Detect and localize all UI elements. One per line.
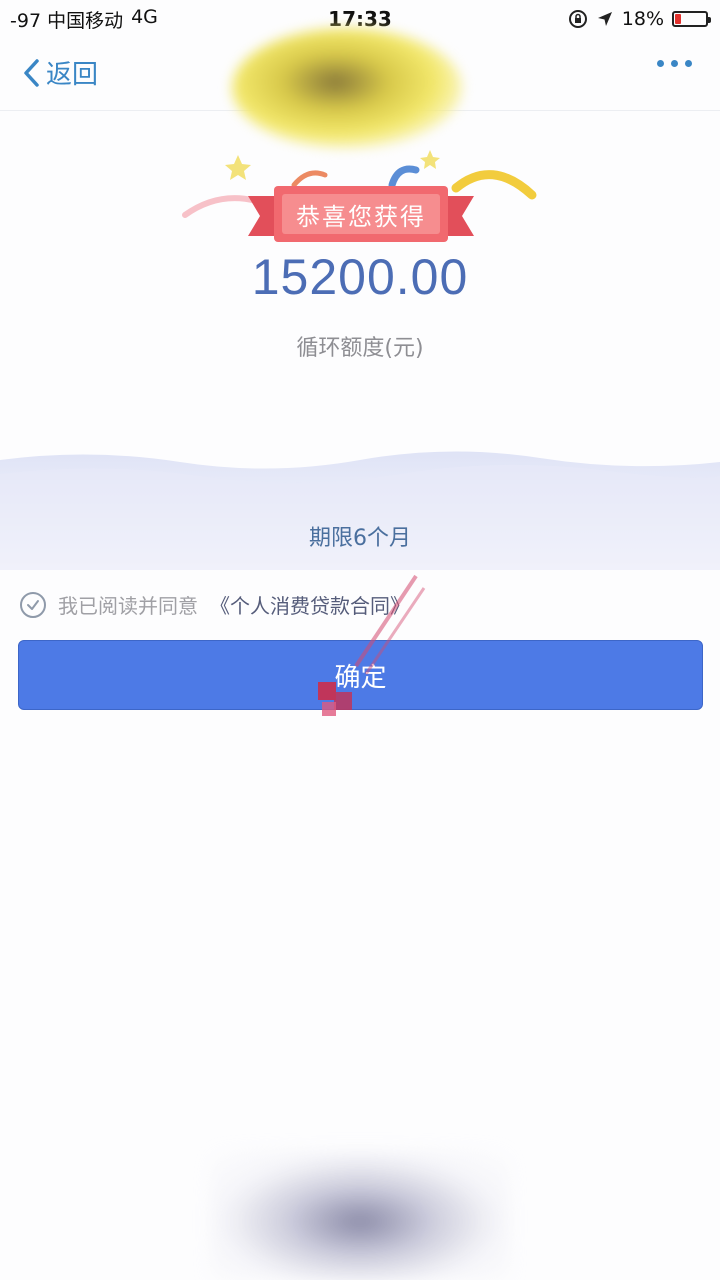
congrats-ribbon: 恭喜您获得: [248, 186, 474, 242]
blurred-avatar: [232, 28, 462, 148]
back-button[interactable]: 返回: [22, 54, 98, 91]
checkmark-icon: [27, 599, 39, 610]
more-dots-icon: [657, 60, 664, 67]
loan-term: 期限6个月: [309, 526, 411, 551]
credit-amount-label: 循环额度(元): [296, 336, 424, 361]
agreement-row: 我已阅读并同意 《个人消费贷款合同》: [20, 590, 410, 619]
agree-text: 我已阅读并同意: [58, 594, 198, 618]
contract-link[interactable]: 《个人消费贷款合同》: [210, 590, 410, 619]
credit-amount: 15200.00: [251, 249, 469, 305]
more-button[interactable]: [657, 60, 692, 67]
back-label: 返回: [46, 60, 99, 90]
battery-icon: [672, 11, 711, 27]
blurred-footer: [210, 1150, 510, 1280]
chevron-left-icon: [24, 58, 39, 87]
ribbon-text: 恭喜您获得: [282, 194, 440, 234]
confirm-button[interactable]: 确定: [18, 640, 703, 710]
agree-checkbox[interactable]: [20, 591, 46, 618]
